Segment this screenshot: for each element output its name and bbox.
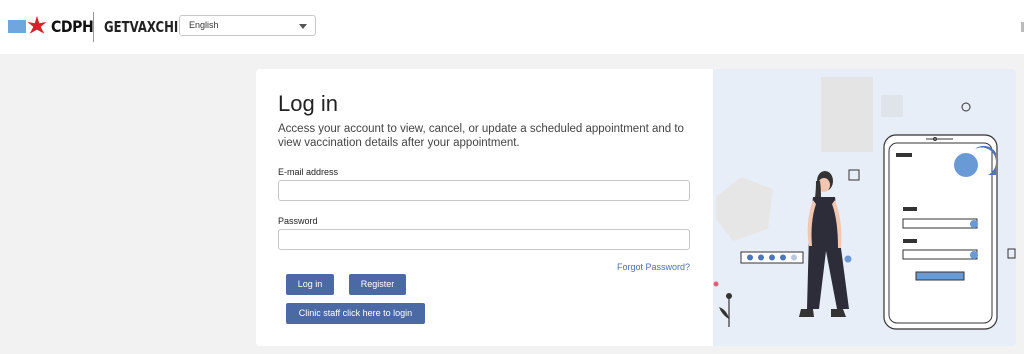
clinic-staff-login-button[interactable]: Clinic staff click here to login (286, 303, 425, 324)
top-header: CDPH GETVAXCHI English (0, 0, 1024, 54)
email-label: E-mail address (278, 167, 339, 177)
email-field[interactable] (278, 180, 690, 201)
page-subtitle: Access your account to view, cancel, or … (278, 123, 684, 149)
flag-stripe-icon (8, 20, 26, 33)
login-form: Log in Access your account to view, canc… (256, 69, 713, 346)
brand-divider (93, 12, 94, 42)
page-title: Log in (278, 91, 338, 116)
forgot-password-link[interactable]: Forgot Password? (617, 262, 690, 272)
login-illustration (713, 69, 1016, 346)
language-value: English (189, 20, 219, 30)
password-field[interactable] (278, 229, 690, 250)
password-label: Password (278, 216, 318, 226)
login-card: Log in Access your account to view, canc… (256, 69, 1016, 346)
language-select[interactable]: English (179, 15, 316, 36)
register-button[interactable]: Register (349, 274, 406, 295)
woman-with-phone-illustration (713, 77, 1016, 330)
site-name[interactable]: GETVAXCHI (104, 17, 178, 37)
login-button[interactable]: Log in (286, 274, 334, 295)
woman-figure (799, 171, 849, 317)
brand-cdph: CDPH (51, 17, 94, 36)
chicago-star-icon (27, 15, 47, 34)
chevron-down-icon (299, 24, 307, 29)
